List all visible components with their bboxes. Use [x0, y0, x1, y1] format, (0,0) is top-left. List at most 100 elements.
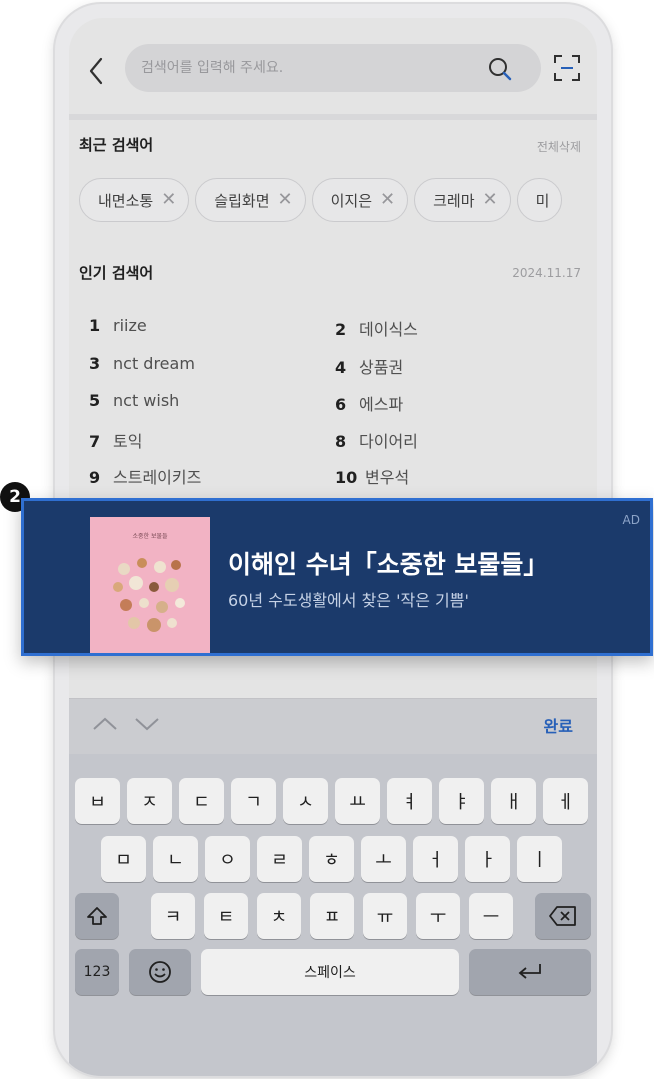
popular-term: 변우석 — [365, 468, 410, 487]
chip-label: 미 — [535, 191, 550, 210]
chevron-up-icon[interactable] — [91, 715, 119, 733]
rank-number: 1 — [89, 316, 101, 335]
clear-all-button[interactable]: 전체삭제 — [537, 138, 581, 155]
rank-number: 10 — [335, 468, 358, 487]
popular-term: riize — [113, 316, 147, 335]
rank-number: 8 — [335, 432, 347, 451]
search-icon[interactable] — [487, 56, 513, 82]
rank-number: 2 — [335, 320, 347, 339]
key-5[interactable]: ㅎ — [309, 836, 354, 882]
popular-item[interactable]: 9 스트레이키즈 — [89, 464, 201, 488]
popular-date: 2024.11.17 — [512, 266, 581, 280]
key-9[interactable]: ㅣ — [517, 836, 562, 882]
return-key[interactable] — [469, 949, 591, 995]
close-icon[interactable]: ✕ — [380, 191, 395, 209]
popular-term: 다이어리 — [359, 432, 418, 451]
popular-term: 데이식스 — [359, 320, 418, 339]
key-8[interactable]: ㅑ — [439, 778, 484, 824]
key-3[interactable]: ㄷ — [179, 778, 224, 824]
rank-number: 5 — [89, 391, 101, 410]
shift-icon — [87, 907, 107, 925]
key-2[interactable]: ㅌ — [204, 893, 248, 939]
key-7[interactable]: ㅡ — [469, 893, 513, 939]
home-indicator-area — [69, 1058, 597, 1076]
key-3[interactable]: ㅇ — [205, 836, 250, 882]
popular-item[interactable]: 1 riize — [89, 316, 147, 335]
popular-item[interactable]: 7 토익 — [89, 428, 142, 452]
key-4[interactable]: ㅍ — [310, 893, 354, 939]
key-4[interactable]: ㄱ — [231, 778, 276, 824]
recent-chip[interactable]: 크레마 ✕ — [414, 178, 511, 222]
key-2[interactable]: ㄴ — [153, 836, 198, 882]
popular-item[interactable]: 6 에스파 — [335, 391, 403, 415]
popular-search-title: 인기 검색어 — [79, 264, 154, 282]
keyboard-toolbar: 완료 — [69, 698, 597, 755]
recent-chip[interactable]: 이지은 ✕ — [311, 178, 409, 222]
recent-chip[interactable]: 슬립화면 ✕ — [195, 178, 306, 222]
key-7[interactable]: ㅕ — [387, 778, 432, 824]
recent-chips: 내면소통 ✕ 슬립화면 ✕ 이지은 ✕ 크레마 ✕ 미 — [79, 178, 568, 222]
popular-term: nct dream — [113, 354, 195, 373]
chip-label: 이지은 — [330, 191, 372, 210]
book-cover-image: 소중한 보물들 — [90, 517, 210, 653]
key-3[interactable]: ㅊ — [257, 893, 301, 939]
popular-term: nct wish — [113, 391, 180, 410]
key-6[interactable]: ㅜ — [416, 893, 460, 939]
rank-number: 7 — [89, 432, 101, 451]
search-box[interactable] — [125, 44, 541, 92]
shift-key[interactable] — [75, 893, 119, 939]
done-button[interactable]: 완료 — [544, 713, 573, 737]
shells-illustration — [113, 558, 185, 632]
popular-item[interactable]: 4 상품권 — [335, 354, 403, 378]
key-6[interactable]: ㅛ — [335, 778, 380, 824]
korean-keyboard: ㅂㅈㄷㄱㅅㅛㅕㅑㅐㅔ ㅁㄴㅇㄹㅎㅗㅓㅏㅣ ㅋㅌㅊㅍㅠㅜㅡ 123 스페이스 — [69, 754, 597, 1076]
key-8[interactable]: ㅏ — [465, 836, 510, 882]
key-6[interactable]: ㅗ — [361, 836, 406, 882]
key-1[interactable]: ㅋ — [151, 893, 195, 939]
recent-chip[interactable]: 내면소통 ✕ — [79, 178, 190, 222]
rank-number: 3 — [89, 354, 101, 373]
search-input[interactable] — [141, 44, 461, 92]
barcode-scan-icon[interactable] — [553, 54, 581, 82]
space-key[interactable]: 스페이스 — [201, 949, 459, 995]
popular-item[interactable]: 2 데이식스 — [335, 316, 418, 340]
rank-number: 9 — [89, 468, 101, 487]
backspace-key[interactable] — [535, 893, 591, 939]
popular-item[interactable]: 8 다이어리 — [335, 428, 418, 452]
key-4[interactable]: ㄹ — [257, 836, 302, 882]
popular-item[interactable]: 5 nct wish — [89, 391, 179, 410]
key-10[interactable]: ㅔ — [543, 778, 588, 824]
back-arrow-icon[interactable] — [87, 56, 105, 86]
emoji-key[interactable] — [129, 949, 191, 995]
popular-term: 토익 — [113, 432, 143, 451]
ad-label: AD — [622, 513, 640, 527]
rank-number: 4 — [335, 358, 347, 377]
chip-label: 크레마 — [433, 191, 475, 210]
ad-subtitle: 60년 수도생활에서 찾은 '작은 기쁨' — [228, 591, 469, 610]
key-7[interactable]: ㅓ — [413, 836, 458, 882]
key-5[interactable]: ㅅ — [283, 778, 328, 824]
ad-title: 이해인 수녀「소중한 보물들」 — [228, 550, 549, 579]
key-9[interactable]: ㅐ — [491, 778, 536, 824]
popular-term: 스트레이키즈 — [113, 468, 202, 487]
key-1[interactable]: ㅁ — [101, 836, 146, 882]
close-icon[interactable]: ✕ — [483, 191, 498, 209]
close-icon[interactable]: ✕ — [161, 191, 176, 209]
key-5[interactable]: ㅠ — [363, 893, 407, 939]
return-icon — [518, 964, 541, 979]
popular-term: 상품권 — [359, 358, 404, 377]
close-icon[interactable]: ✕ — [278, 191, 293, 209]
chevron-down-icon[interactable] — [133, 715, 161, 733]
recent-search-title: 최근 검색어 — [79, 136, 154, 154]
numbers-key[interactable]: 123 — [75, 949, 119, 995]
ad-banner[interactable]: AD 소중한 보물들 이해인 수녀「소중한 보물들」 60년 수도생활에서 찾은… — [21, 498, 653, 656]
header-divider — [69, 114, 597, 120]
popular-item[interactable]: 3 nct dream — [89, 354, 195, 373]
popular-term: 에스파 — [359, 395, 404, 414]
popular-item[interactable]: 10 변우석 — [335, 464, 409, 488]
chip-label: 슬립화면 — [214, 191, 270, 210]
backspace-icon — [549, 906, 576, 926]
key-1[interactable]: ㅂ — [75, 778, 120, 824]
recent-chip[interactable]: 미 — [516, 178, 563, 222]
key-2[interactable]: ㅈ — [127, 778, 172, 824]
